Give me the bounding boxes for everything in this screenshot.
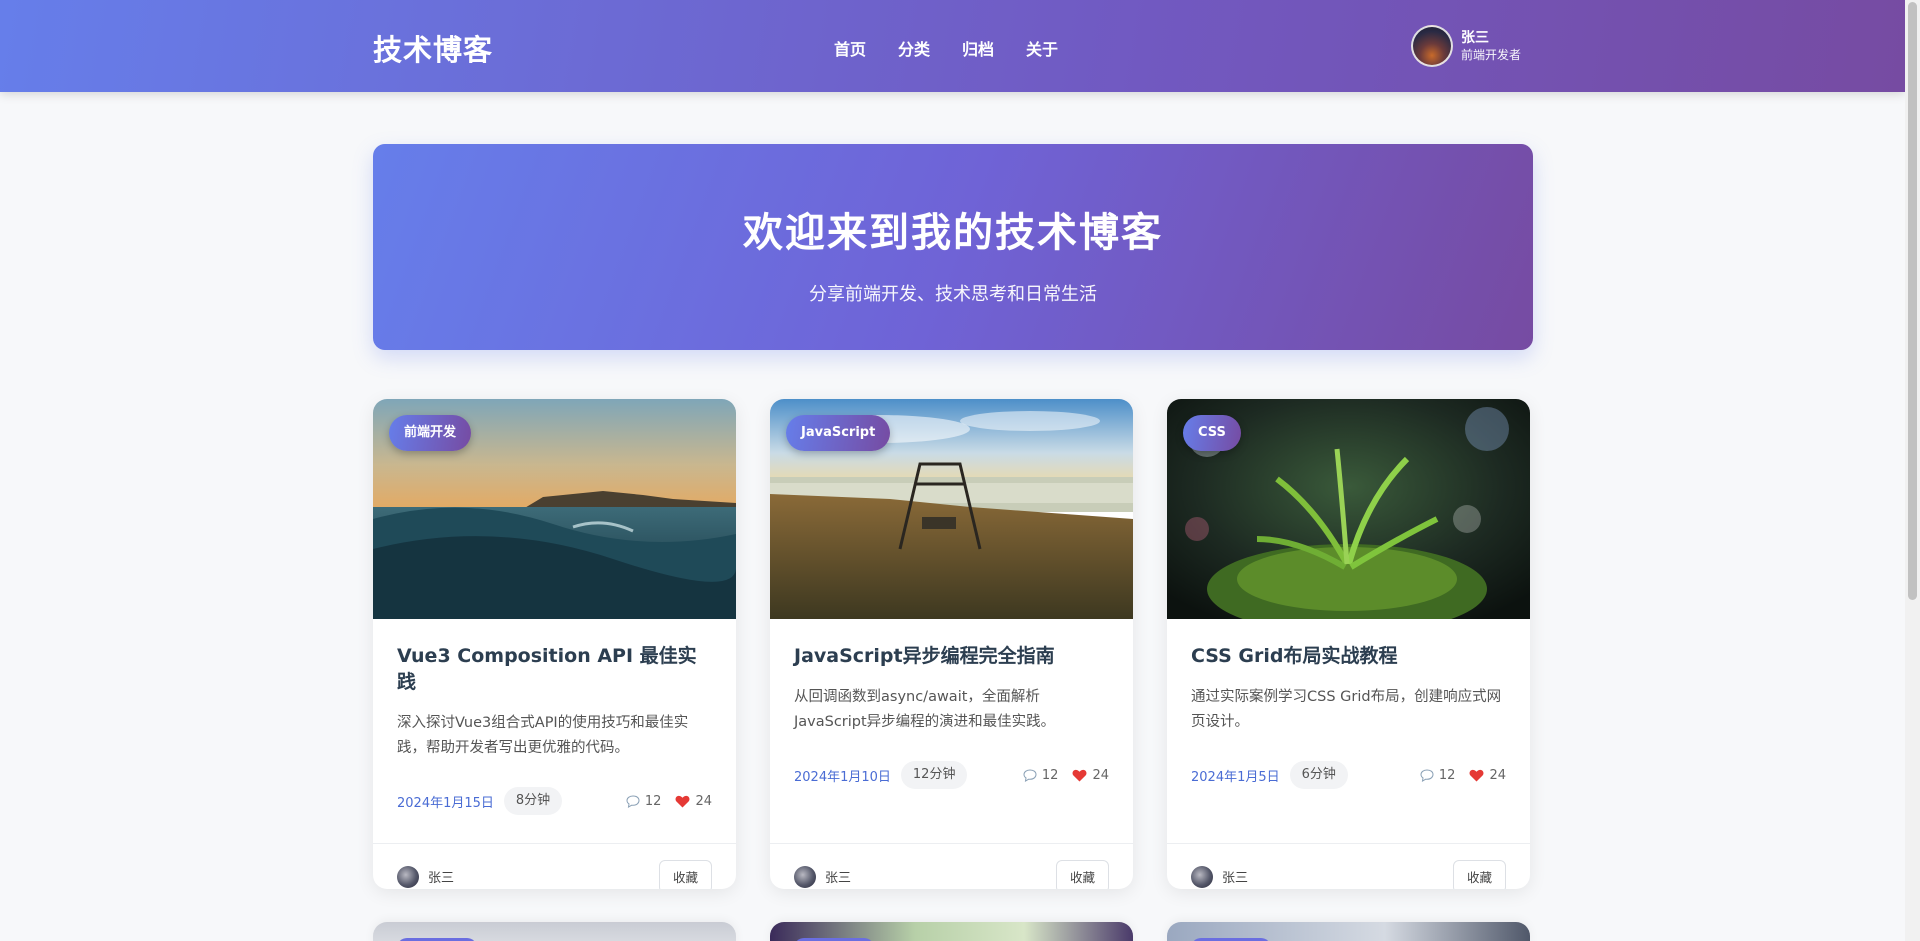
avatar [397,865,419,888]
post-meta: 2024年1月5日 6分钟 12 24 [1191,761,1506,789]
comment-count-value: 12 [1438,767,1456,783]
speech-bubble-icon [1023,768,1037,782]
avatar [794,865,816,888]
post-body: CSS Grid布局实战教程 通过实际案例学习CSS Grid布局，创建响应式网… [1167,619,1530,843]
nav-archive[interactable]: 归档 [962,36,994,60]
favorite-button[interactable]: 收藏 [1453,860,1506,889]
speech-bubble-icon [1420,768,1434,782]
post-card-peek[interactable] [373,922,736,941]
author-name: 张三 [428,871,455,886]
heart-icon [675,795,690,808]
post-excerpt: 从回调函数到async/await，全面解析JavaScript异步编程的演进和… [794,689,1056,730]
category-tag[interactable]: JavaScript [786,415,891,451]
post-cover-image[interactable]: JavaScript [770,399,1133,619]
post-title[interactable]: Vue3 Composition API 最佳实践 [397,643,712,695]
heart-icon [1469,769,1484,782]
post-date: 2024年1月5日 [1191,769,1280,785]
like-count-value: 24 [695,793,712,809]
hero-title: 欢迎来到我的技术博客 [743,210,1163,256]
site-logo[interactable]: 技术博客 [373,27,493,69]
post-card[interactable]: JavaScript JavaScript异步编程完全指南 从回调函数到asyn… [770,399,1133,889]
read-time-badge: 6分钟 [1289,761,1348,789]
post-stats: 12 24 [626,794,712,809]
post-title[interactable]: JavaScript异步编程完全指南 [794,643,1109,669]
comment-count: 12 [626,793,662,809]
like-count: 24 [1072,768,1109,783]
post-stats: 12 24 [1023,768,1109,783]
read-time-badge: 12分钟 [900,761,968,789]
read-time-badge: 8分钟 [503,787,563,815]
post-body: JavaScript异步编程完全指南 从回调函数到async/await，全面解… [770,619,1133,843]
comment-count-value: 12 [1041,767,1059,783]
category-tag[interactable]: CSS [1183,415,1241,451]
post-meta: 2024年1月15日 8分钟 12 24 [397,787,712,815]
user-info: 张三 前端开发者 [1461,29,1521,64]
comment-count-value: 12 [644,793,662,809]
like-count: 24 [675,794,712,809]
main-nav: 首页 分类 归档 关于 [834,36,1058,60]
nav-about[interactable]: 关于 [1026,36,1058,60]
post-cover-image[interactable]: 前端开发 [373,399,736,619]
post-footer: 张三 收藏 [373,843,736,889]
user-profile[interactable]: 张三 前端开发者 [1411,25,1521,67]
avatar [1191,865,1213,888]
post-meta: 2024年1月10日 12分钟 12 24 [794,761,1109,789]
post-card[interactable]: 前端开发 Vue3 Composition API 最佳实践 深入探讨Vue3组… [373,399,736,889]
nav-categories[interactable]: 分类 [898,36,930,60]
site-header: 技术博客 首页 分类 归档 关于 张三 前端开发者 [0,0,1905,92]
author-name: 张三 [825,871,852,886]
nav-home[interactable]: 首页 [834,36,866,60]
like-count-value: 24 [1092,767,1109,783]
speech-bubble-icon [626,794,640,808]
category-tag[interactable]: 前端开发 [389,415,472,451]
like-count: 24 [1469,768,1506,783]
comment-count: 12 [1023,767,1059,783]
hero-banner: 欢迎来到我的技术博客 分享前端开发、技术思考和日常生活 [373,144,1533,350]
post-date: 2024年1月15日 [397,795,494,811]
post-footer: 张三 收藏 [1167,843,1530,889]
like-count-value: 24 [1489,767,1506,783]
user-role: 前端开发者 [1461,47,1522,62]
post-title[interactable]: CSS Grid布局实战教程 [1191,643,1506,669]
author-name: 张三 [1222,871,1249,886]
user-name: 张三 [1461,29,1489,46]
favorite-button[interactable]: 收藏 [1056,860,1109,889]
comment-count: 12 [1420,767,1456,783]
post-card-peek[interactable] [770,922,1133,941]
hero-subtitle: 分享前端开发、技术思考和日常生活 [809,284,1097,305]
avatar[interactable] [1411,25,1453,67]
heart-icon [1072,769,1087,782]
favorite-button[interactable]: 收藏 [659,860,712,889]
post-stats: 12 24 [1420,768,1506,783]
post-body: Vue3 Composition API 最佳实践 深入探讨Vue3组合式API… [373,619,736,843]
post-excerpt: 通过实际案例学习CSS Grid布局，创建响应式网页设计。 [1191,689,1502,730]
post-date: 2024年1月10日 [794,769,891,785]
scrollbar-thumb[interactable] [1908,2,1917,600]
post-cover-image[interactable]: CSS [1167,399,1530,619]
post-card-peek[interactable] [1167,922,1530,941]
post-excerpt: 深入探讨Vue3组合式API的使用技巧和最佳实践，帮助开发者写出更优雅的代码。 [397,715,689,756]
post-card[interactable]: CSS CSS Grid布局实战教程 通过实际案例学习CSS Grid布局，创建… [1167,399,1530,889]
page-scrollbar[interactable] [1905,0,1920,941]
post-footer: 张三 收藏 [770,843,1133,889]
